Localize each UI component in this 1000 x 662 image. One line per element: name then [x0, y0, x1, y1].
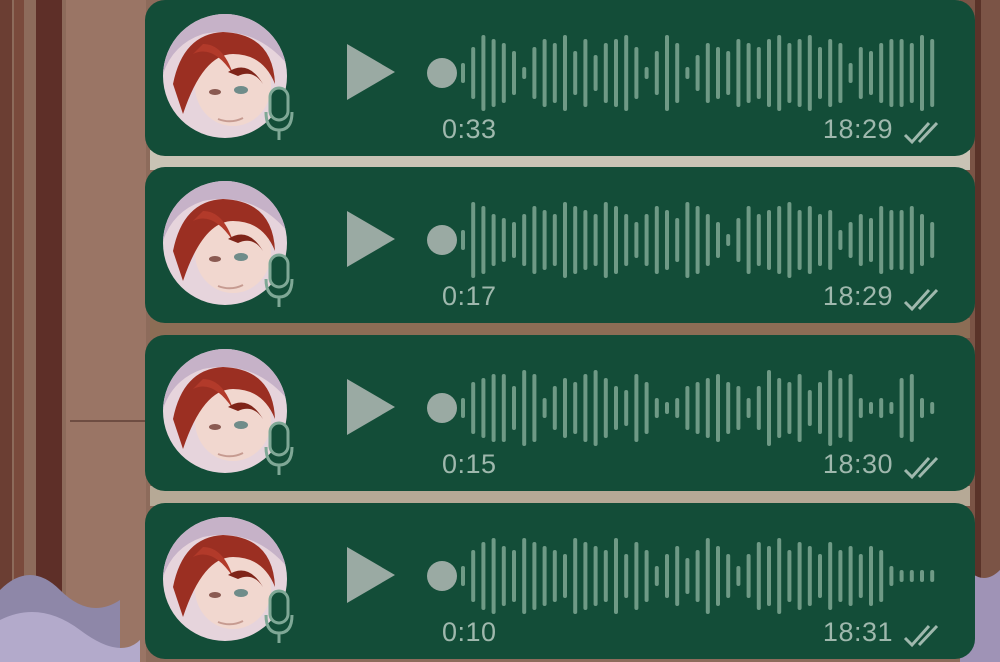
double-check-icon	[903, 456, 939, 480]
playhead-dot[interactable]	[427, 225, 457, 255]
duration-label: 0:10	[442, 617, 497, 647]
playhead-dot[interactable]	[427, 393, 457, 423]
waveform[interactable]	[423, 533, 939, 619]
voice-message[interactable]: 0:33 18:29	[145, 0, 975, 156]
playhead-dot[interactable]	[427, 58, 457, 88]
play-icon[interactable]	[343, 207, 399, 271]
play-icon[interactable]	[343, 375, 399, 439]
waveform[interactable]	[423, 197, 939, 283]
double-check-icon	[903, 288, 939, 312]
double-check-icon	[903, 121, 939, 145]
waveform[interactable]	[423, 365, 939, 451]
microphone-icon	[264, 421, 294, 475]
voice-message[interactable]: 0:10 18:31	[145, 503, 975, 659]
play-icon[interactable]	[343, 543, 399, 607]
double-check-icon	[903, 624, 939, 648]
waveform[interactable]	[423, 30, 939, 116]
timestamp: 18:31	[822, 617, 893, 647]
duration-label: 0:17	[442, 281, 497, 311]
voice-message[interactable]: 0:15 18:30	[145, 335, 975, 491]
playhead-dot[interactable]	[427, 561, 457, 591]
duration-label: 0:33	[442, 114, 497, 144]
microphone-icon	[264, 86, 294, 140]
timestamp: 18:30	[822, 449, 893, 479]
timestamp: 18:29	[822, 281, 893, 311]
play-icon[interactable]	[343, 40, 399, 104]
timestamp: 18:29	[822, 114, 893, 144]
microphone-icon	[264, 589, 294, 643]
voice-message[interactable]: 0:17 18:29	[145, 167, 975, 323]
microphone-icon	[264, 253, 294, 307]
duration-label: 0:15	[442, 449, 497, 479]
